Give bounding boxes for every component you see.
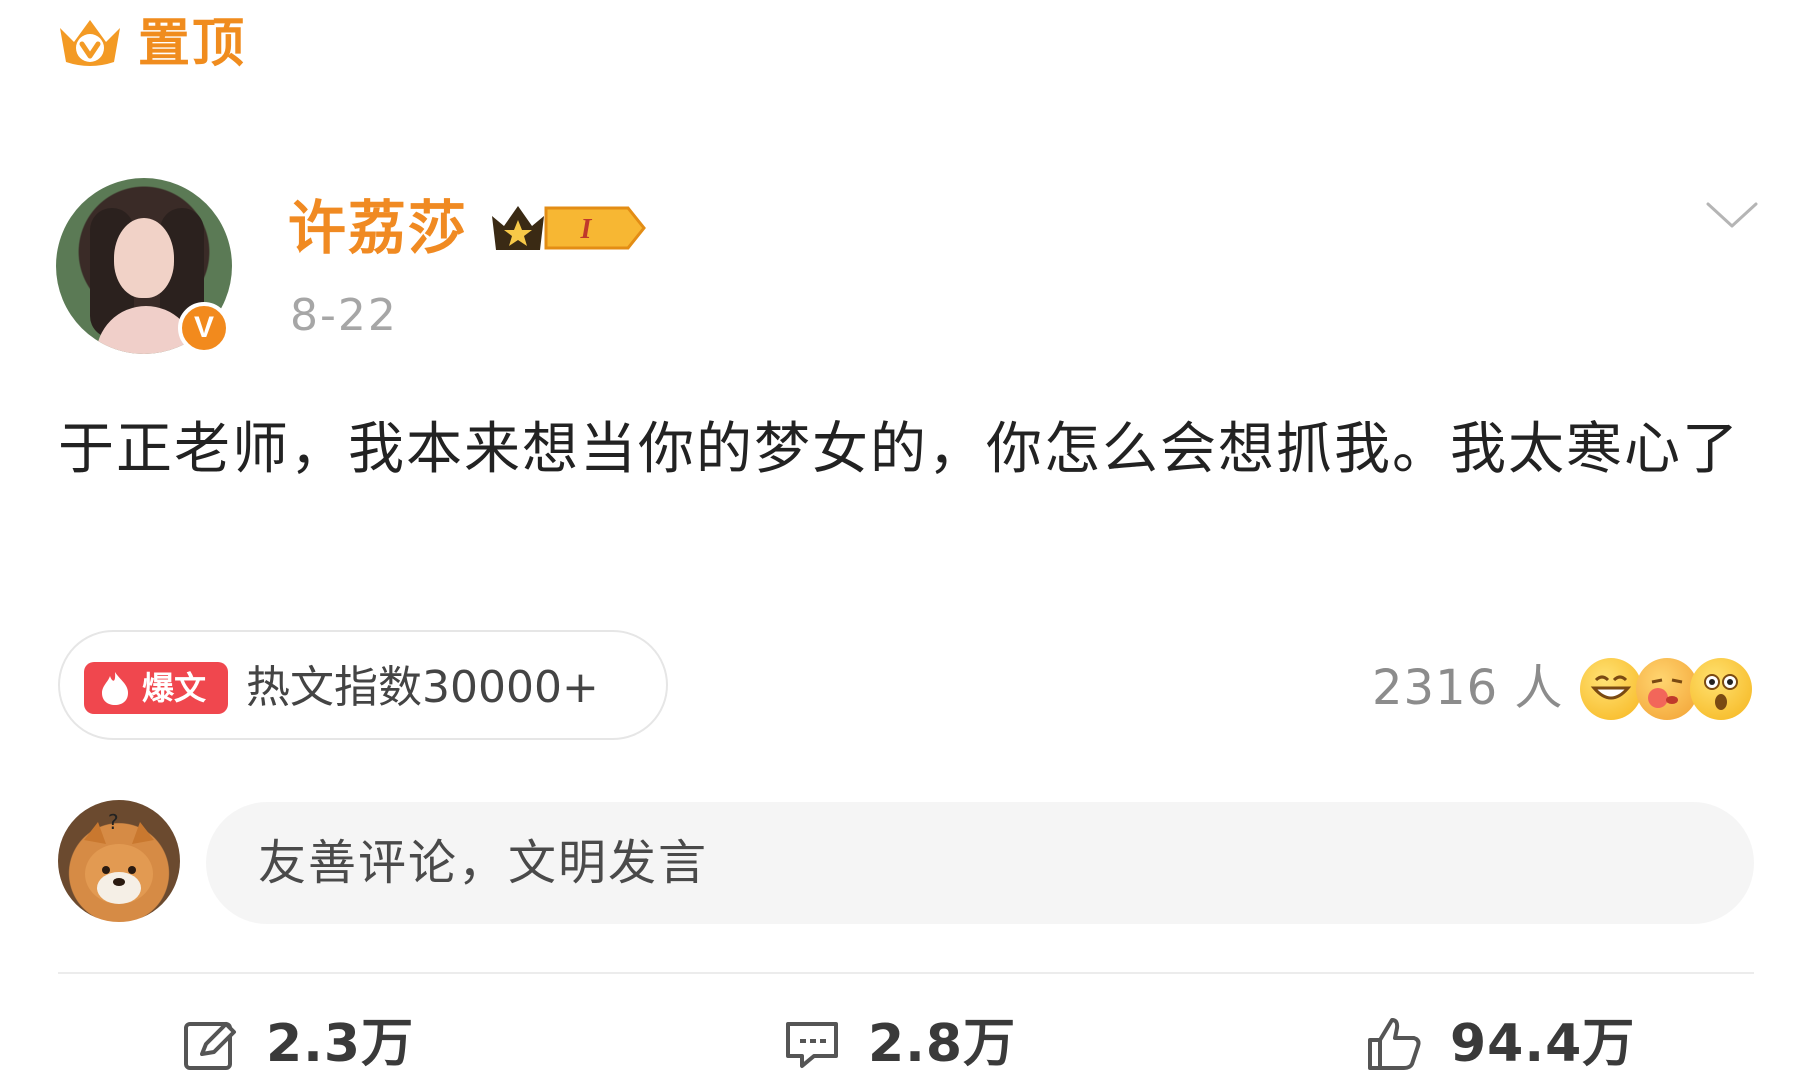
like-button[interactable]: 94.4万 xyxy=(1364,1012,1635,1076)
author-name[interactable]: 许荔莎 xyxy=(288,190,468,266)
comment-button[interactable]: 2.8万 xyxy=(782,1012,1016,1076)
reaction-count[interactable]: 2316 人 xyxy=(1372,656,1563,720)
post-date: 8-22 xyxy=(290,290,398,341)
comment-count: 2.8万 xyxy=(868,1014,1017,1074)
hot-badge-label: 爆文 xyxy=(142,669,207,707)
pinned-label: 置顶 xyxy=(138,14,247,74)
fire-icon xyxy=(102,672,128,705)
kiss-emoji-icon xyxy=(1636,658,1698,720)
verified-badge: V xyxy=(178,302,230,354)
divider xyxy=(58,972,1754,974)
repost-count: 2.3万 xyxy=(266,1014,415,1074)
hot-index-text: 热文指数30000+ xyxy=(246,662,599,713)
repost-icon xyxy=(184,1022,236,1070)
comment-input[interactable] xyxy=(206,802,1754,924)
vip-level: I xyxy=(580,214,593,245)
commenter-avatar[interactable] xyxy=(58,800,180,922)
chevron-down-icon[interactable] xyxy=(1704,196,1760,236)
comment-icon xyxy=(786,1022,838,1068)
like-count: 94.4万 xyxy=(1450,1014,1636,1074)
shocked-emoji-icon xyxy=(1690,658,1752,720)
vip-crown-badge: I xyxy=(492,206,646,250)
grin-emoji-icon xyxy=(1580,658,1642,720)
post-text: 于正老师，我本来想当你的梦女的，你怎么会想抓我。我太寒心了 xyxy=(58,417,1740,482)
repost-button[interactable]: 2.3万 xyxy=(180,1012,414,1076)
thumbs-up-icon xyxy=(1368,1018,1421,1070)
crown-icon xyxy=(60,20,120,66)
question-mark-icon: ? xyxy=(108,810,119,834)
